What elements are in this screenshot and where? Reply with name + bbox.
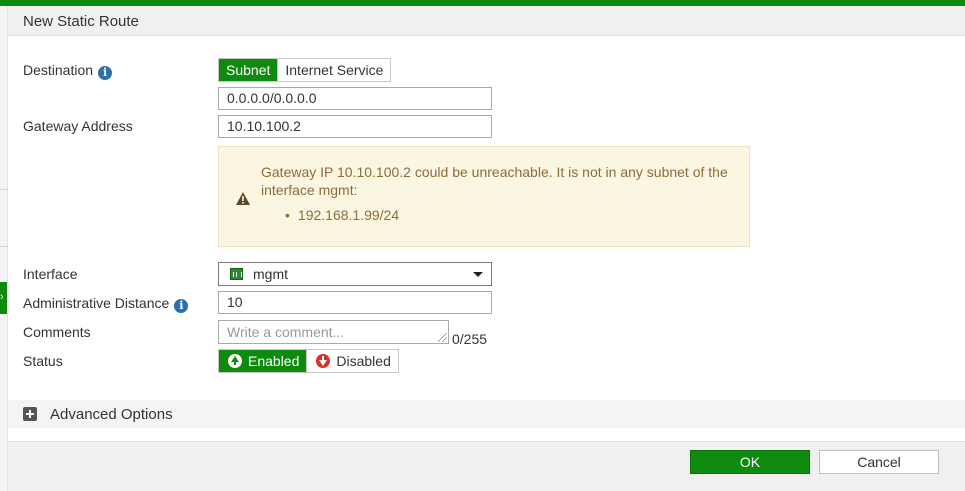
cancel-button[interactable]: Cancel (819, 450, 939, 474)
warning-message: Gateway IP 10.10.100.2 could be unreacha… (261, 164, 728, 198)
comments-textarea[interactable]: Write a comment... (218, 320, 449, 344)
admin-distance-label: Administrative Distance i (23, 295, 189, 313)
left-nav-edge: › (0, 6, 8, 491)
status-label: Status (23, 353, 63, 369)
comments-placeholder: Write a comment... (227, 324, 345, 340)
warning-triangle-icon (236, 192, 250, 205)
destination-type-internet-service[interactable]: Internet Service (277, 59, 391, 81)
arrow-up-circle-icon (228, 354, 242, 368)
resize-grip-icon[interactable] (438, 333, 447, 342)
network-port-icon (230, 268, 243, 280)
arrow-down-circle-icon (316, 354, 331, 368)
destination-label: Destination i (23, 62, 113, 80)
gateway-label: Gateway Address (23, 118, 133, 134)
chevron-right-icon: › (0, 291, 4, 303)
interface-select[interactable]: mgmt (218, 262, 492, 286)
divider (0, 189, 8, 190)
warning-subnet-list: 192.168.1.99/24 (285, 207, 399, 223)
gateway-warning-box: Gateway IP 10.10.100.2 could be unreacha… (218, 146, 750, 247)
info-icon[interactable]: i (98, 66, 113, 80)
status-disabled-button[interactable]: Disabled (306, 350, 398, 372)
destination-type-subnet[interactable]: Subnet (219, 59, 278, 81)
destination-label-text: Destination (23, 62, 94, 78)
status-enabled-label: Enabled (248, 353, 300, 369)
dialog-footer: OK Cancel (8, 441, 965, 491)
dialog-header: New Static Route (8, 6, 965, 36)
status-enabled-button[interactable]: Enabled (219, 350, 307, 372)
collapse-tab[interactable]: › (0, 282, 7, 314)
dialog-title: New Static Route (23, 13, 139, 30)
advanced-options-toggle[interactable]: Advanced Options (8, 400, 965, 428)
admin-distance-label-text: Administrative Distance (23, 295, 170, 311)
status-disabled-label: Disabled (336, 353, 391, 369)
advanced-options-label: Advanced Options (50, 406, 173, 423)
static-route-dialog: › New Static Route Destination i Subnet I… (0, 0, 965, 491)
comments-label: Comments (23, 324, 91, 340)
status-toggle: Enabled Disabled (218, 349, 399, 373)
destination-subnet-input[interactable]: 0.0.0.0/0.0.0.0 (218, 87, 492, 110)
comments-counter: 0/255 (452, 331, 488, 347)
admin-distance-input[interactable]: 10 (218, 291, 492, 314)
info-icon[interactable]: i (174, 299, 189, 313)
caret-down-icon (473, 272, 483, 277)
ok-button[interactable]: OK (690, 450, 810, 474)
warning-subnet-item: 192.168.1.99/24 (285, 207, 399, 223)
divider (0, 246, 8, 247)
interface-value: mgmt (253, 266, 288, 282)
plus-box-icon (23, 407, 37, 421)
gateway-address-input[interactable]: 10.10.100.2 (218, 115, 492, 138)
interface-label: Interface (23, 266, 78, 282)
destination-type-toggle: Subnet Internet Service (218, 58, 392, 82)
